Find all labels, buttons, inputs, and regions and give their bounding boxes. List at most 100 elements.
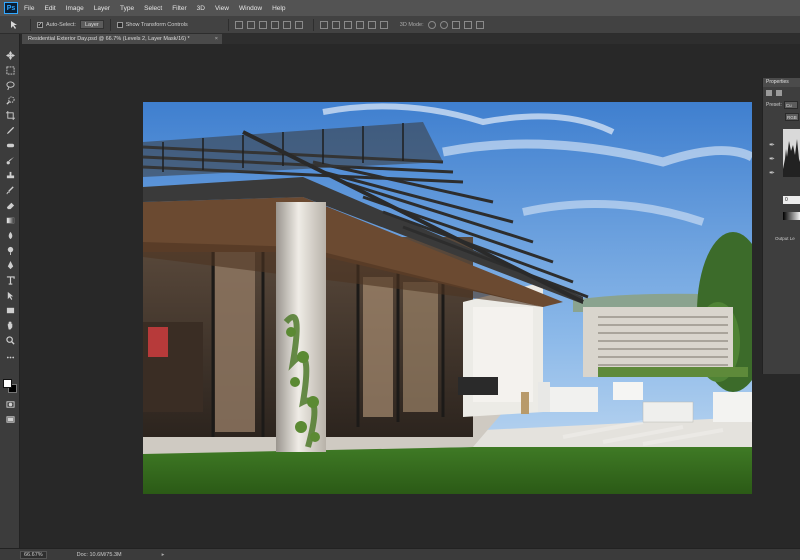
quick-mask-icon[interactable]: [5, 399, 16, 409]
levels-input-value[interactable]: 0: [783, 196, 800, 204]
document-tab[interactable]: Residential Exterior Day.psd @ 66.7% (Le…: [22, 34, 222, 44]
move-tool-icon[interactable]: [5, 50, 16, 60]
menu-filter[interactable]: Filter: [172, 5, 186, 12]
levels-histogram: [783, 129, 800, 177]
align-bottom-icon[interactable]: [258, 20, 267, 29]
options-divider: [312, 18, 314, 31]
distribute-buttons: [319, 20, 392, 29]
lasso-tool-icon[interactable]: [5, 80, 16, 90]
options-divider: [109, 18, 111, 31]
eyedropper-gray-icon[interactable]: ✒: [769, 156, 777, 164]
options-divider: [30, 18, 31, 31]
menu-view[interactable]: View: [215, 5, 229, 12]
mask-icon[interactable]: [776, 90, 782, 96]
3d-mode-buttons: [427, 20, 488, 29]
menu-select[interactable]: Select: [144, 5, 162, 12]
move-tool-preset-icon[interactable]: [6, 18, 24, 32]
align-top-icon[interactable]: [234, 20, 243, 29]
tools-panel: [0, 34, 20, 548]
menu-help[interactable]: Help: [272, 5, 285, 12]
auto-select-label: Auto-Select:: [46, 21, 76, 28]
blur-tool-icon[interactable]: [5, 230, 16, 240]
photoshop-window: Ps File Edit Image Layer Type Select Fil…: [0, 0, 800, 560]
align-right-icon[interactable]: [294, 20, 303, 29]
canvas-image: [143, 102, 752, 494]
brush-tool-icon[interactable]: [5, 155, 16, 165]
status-menu-arrow-icon[interactable]: ▸: [162, 552, 165, 558]
auto-select-dropdown[interactable]: Layer: [79, 20, 104, 29]
distribute-bottom-icon[interactable]: [343, 20, 352, 29]
output-levels-label: Output Le: [775, 236, 795, 241]
menu-3d[interactable]: 3D: [197, 5, 205, 12]
properties-adjustment-icons: [763, 87, 800, 99]
close-icon[interactable]: ×: [215, 34, 218, 44]
properties-panel-title: Properties: [763, 78, 800, 87]
hand-tool-icon[interactable]: [5, 320, 16, 330]
align-hcenter-icon[interactable]: [282, 20, 291, 29]
document-tab-bar: Residential Exterior Day.psd @ 66.7% (Le…: [22, 34, 800, 44]
options-bar: ✓ Auto-Select: Layer Show Transform Cont…: [0, 16, 800, 34]
auto-select-group: ✓ Auto-Select: Layer: [37, 20, 104, 29]
drag-3d-icon[interactable]: [451, 20, 460, 29]
menu-image[interactable]: Image: [66, 5, 84, 12]
roll-3d-icon[interactable]: [439, 20, 448, 29]
path-select-tool-icon[interactable]: [5, 290, 16, 300]
show-transform-label: Show Transform Controls: [125, 21, 188, 28]
distribute-left-icon[interactable]: [355, 20, 364, 29]
slide-3d-icon[interactable]: [463, 20, 472, 29]
photoshop-logo: Ps: [4, 2, 18, 14]
clone-stamp-tool-icon[interactable]: [5, 170, 16, 180]
show-transform-group: Show Transform Controls: [116, 21, 188, 28]
levels-gradient-bar[interactable]: [783, 212, 800, 220]
eyedropper-black-icon[interactable]: ✒: [769, 142, 777, 150]
scale-3d-icon[interactable]: [475, 20, 484, 29]
distribute-top-icon[interactable]: [319, 20, 328, 29]
zoom-tool-icon[interactable]: [5, 335, 16, 345]
pen-tool-icon[interactable]: [5, 260, 16, 270]
align-buttons: [234, 20, 307, 29]
eyedropper-white-icon[interactable]: ✒: [769, 170, 777, 178]
distribute-vcenter-icon[interactable]: [331, 20, 340, 29]
document-canvas[interactable]: [143, 102, 752, 494]
more-tools-icon[interactable]: [5, 352, 16, 362]
channel-row: RGB: [763, 111, 800, 123]
show-transform-checkbox[interactable]: [116, 21, 123, 28]
gradient-tool-icon[interactable]: [5, 215, 16, 225]
type-tool-icon[interactable]: [5, 275, 16, 285]
preset-label: Preset:: [766, 102, 782, 108]
preset-dropdown[interactable]: Cu: [783, 101, 798, 109]
eyedropper-tool-icon[interactable]: [5, 125, 16, 135]
menu-edit[interactable]: Edit: [44, 5, 55, 12]
eraser-tool-icon[interactable]: [5, 200, 16, 210]
status-bar: 66.67% Doc: 10.6M/75.3M ▸: [0, 548, 800, 560]
menu-type[interactable]: Type: [120, 5, 134, 12]
shape-tool-icon[interactable]: [5, 305, 16, 315]
history-brush-tool-icon[interactable]: [5, 185, 16, 195]
healing-brush-tool-icon[interactable]: [5, 140, 16, 150]
crop-tool-icon[interactable]: [5, 110, 16, 120]
properties-panel: Properties Preset: Cu RGB ✒ ✒ ✒ 0 Output…: [762, 78, 800, 374]
rotate-3d-icon[interactable]: [427, 20, 436, 29]
options-divider: [227, 18, 229, 31]
dodge-tool-icon[interactable]: [5, 245, 16, 255]
channel-dropdown[interactable]: RGB: [785, 113, 799, 121]
foreground-color-swatch[interactable]: [3, 379, 12, 388]
auto-select-checkbox[interactable]: ✓: [37, 21, 43, 28]
document-tab-title: Residential Exterior Day.psd @ 66.7% (Le…: [28, 36, 190, 42]
quick-select-tool-icon[interactable]: [5, 95, 16, 105]
menu-window[interactable]: Window: [239, 5, 262, 12]
preset-row: Preset: Cu: [763, 99, 800, 111]
distribute-hcenter-icon[interactable]: [367, 20, 376, 29]
menu-layer[interactable]: Layer: [94, 5, 110, 12]
align-left-icon[interactable]: [270, 20, 279, 29]
zoom-level-field[interactable]: 66.67%: [20, 550, 47, 559]
adjustment-icon[interactable]: [766, 90, 772, 96]
3d-mode-label: 3D Mode:: [399, 21, 424, 28]
menu-bar: Ps File Edit Image Layer Type Select Fil…: [0, 0, 800, 16]
align-vcenter-icon[interactable]: [246, 20, 255, 29]
menu-file[interactable]: File: [24, 5, 34, 12]
distribute-right-icon[interactable]: [379, 20, 388, 29]
screen-mode-icon[interactable]: [5, 414, 16, 424]
document-info[interactable]: Doc: 10.6M/75.3M: [77, 552, 122, 558]
marquee-tool-icon[interactable]: [5, 65, 16, 75]
